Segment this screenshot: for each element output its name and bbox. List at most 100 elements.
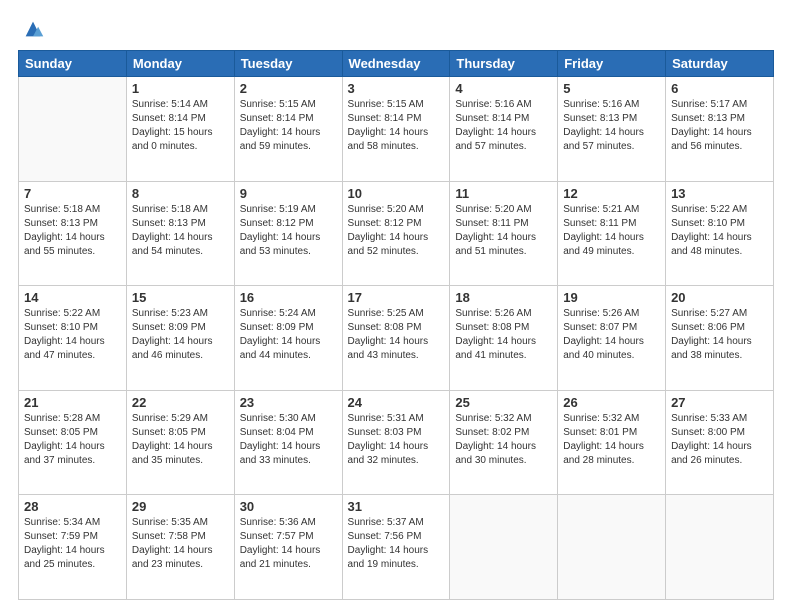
calendar-cell: 14 Sunrise: 5:22 AM Sunset: 8:10 PM Dayli… xyxy=(19,286,127,391)
calendar-cell: 6 Sunrise: 5:17 AM Sunset: 8:13 PM Daylig… xyxy=(666,77,774,182)
calendar-cell: 11 Sunrise: 5:20 AM Sunset: 8:11 PM Dayli… xyxy=(450,181,558,286)
day-info: Sunrise: 5:26 AM Sunset: 8:08 PM Dayligh… xyxy=(455,307,552,363)
header xyxy=(18,18,774,40)
logo xyxy=(18,18,44,40)
day-info: Sunrise: 5:18 AM Sunset: 8:13 PM Dayligh… xyxy=(24,203,121,259)
day-info: Sunrise: 5:32 AM Sunset: 8:01 PM Dayligh… xyxy=(563,412,660,468)
day-number: 9 xyxy=(240,186,337,201)
day-info: Sunrise: 5:19 AM Sunset: 8:12 PM Dayligh… xyxy=(240,203,337,259)
day-info: Sunrise: 5:15 AM Sunset: 8:14 PM Dayligh… xyxy=(348,98,445,154)
calendar-cell: 29 Sunrise: 5:35 AM Sunset: 7:58 PM Dayli… xyxy=(126,495,234,600)
page: SundayMondayTuesdayWednesdayThursdayFrid… xyxy=(0,0,792,612)
day-info: Sunrise: 5:37 AM Sunset: 7:56 PM Dayligh… xyxy=(348,516,445,572)
calendar-cell: 27 Sunrise: 5:33 AM Sunset: 8:00 PM Dayli… xyxy=(666,390,774,495)
day-info: Sunrise: 5:30 AM Sunset: 8:04 PM Dayligh… xyxy=(240,412,337,468)
day-info: Sunrise: 5:22 AM Sunset: 8:10 PM Dayligh… xyxy=(24,307,121,363)
calendar-header-friday: Friday xyxy=(558,51,666,77)
day-info: Sunrise: 5:27 AM Sunset: 8:06 PM Dayligh… xyxy=(671,307,768,363)
day-number: 13 xyxy=(671,186,768,201)
day-info: Sunrise: 5:18 AM Sunset: 8:13 PM Dayligh… xyxy=(132,203,229,259)
day-info: Sunrise: 5:24 AM Sunset: 8:09 PM Dayligh… xyxy=(240,307,337,363)
day-info: Sunrise: 5:21 AM Sunset: 8:11 PM Dayligh… xyxy=(563,203,660,259)
day-number: 2 xyxy=(240,81,337,96)
day-info: Sunrise: 5:35 AM Sunset: 7:58 PM Dayligh… xyxy=(132,516,229,572)
calendar-cell: 28Sunrise: 5:34 AM Sunset: 7:59 PM Dayli… xyxy=(19,495,127,600)
calendar-cell xyxy=(666,495,774,600)
calendar-cell: 8 Sunrise: 5:18 AM Sunset: 8:13 PM Daylig… xyxy=(126,181,234,286)
day-info: Sunrise: 5:33 AM Sunset: 8:00 PM Dayligh… xyxy=(671,412,768,468)
day-number: 8 xyxy=(132,186,229,201)
calendar-week-4: 21 Sunrise: 5:28 AM Sunset: 8:05 PM Dayli… xyxy=(19,390,774,495)
day-info: Sunrise: 5:14 AM Sunset: 8:14 PM Dayligh… xyxy=(132,98,229,154)
day-number: 5 xyxy=(563,81,660,96)
calendar-cell: 24 Sunrise: 5:31 AM Sunset: 8:03 PM Dayli… xyxy=(342,390,450,495)
day-info: Sunrise: 5:20 AM Sunset: 8:11 PM Dayligh… xyxy=(455,203,552,259)
logo-icon xyxy=(22,18,44,40)
day-info: Sunrise: 5:17 AM Sunset: 8:13 PM Dayligh… xyxy=(671,98,768,154)
day-info: Sunrise: 5:16 AM Sunset: 8:14 PM Dayligh… xyxy=(455,98,552,154)
calendar-cell: 31 Sunrise: 5:37 AM Sunset: 7:56 PM Dayli… xyxy=(342,495,450,600)
day-number: 22 xyxy=(132,395,229,410)
calendar-cell: 13 Sunrise: 5:22 AM Sunset: 8:10 PM Dayli… xyxy=(666,181,774,286)
calendar-cell: 26Sunrise: 5:32 AM Sunset: 8:01 PM Dayli… xyxy=(558,390,666,495)
calendar-cell: 4 Sunrise: 5:16 AM Sunset: 8:14 PM Daylig… xyxy=(450,77,558,182)
day-info: Sunrise: 5:34 AM Sunset: 7:59 PM Dayligh… xyxy=(24,516,121,572)
day-number: 10 xyxy=(348,186,445,201)
day-number: 20 xyxy=(671,290,768,305)
calendar-cell xyxy=(558,495,666,600)
calendar-cell xyxy=(450,495,558,600)
calendar-cell: 10 Sunrise: 5:20 AM Sunset: 8:12 PM Dayli… xyxy=(342,181,450,286)
day-number: 19 xyxy=(563,290,660,305)
calendar-header-monday: Monday xyxy=(126,51,234,77)
day-number: 14 xyxy=(24,290,121,305)
day-number: 21 xyxy=(24,395,121,410)
calendar-header-wednesday: Wednesday xyxy=(342,51,450,77)
day-number: 16 xyxy=(240,290,337,305)
calendar-cell: 12Sunrise: 5:21 AM Sunset: 8:11 PM Dayli… xyxy=(558,181,666,286)
calendar-cell: 7 Sunrise: 5:18 AM Sunset: 8:13 PM Daylig… xyxy=(19,181,127,286)
calendar-cell: 5 Sunrise: 5:16 AM Sunset: 8:13 PM Daylig… xyxy=(558,77,666,182)
day-number: 23 xyxy=(240,395,337,410)
day-info: Sunrise: 5:22 AM Sunset: 8:10 PM Dayligh… xyxy=(671,203,768,259)
day-number: 17 xyxy=(348,290,445,305)
day-number: 24 xyxy=(348,395,445,410)
day-number: 18 xyxy=(455,290,552,305)
day-number: 25 xyxy=(455,395,552,410)
calendar-cell: 15Sunrise: 5:23 AM Sunset: 8:09 PM Dayli… xyxy=(126,286,234,391)
calendar-cell: 25 Sunrise: 5:32 AM Sunset: 8:02 PM Dayli… xyxy=(450,390,558,495)
day-number: 6 xyxy=(671,81,768,96)
day-number: 27 xyxy=(671,395,768,410)
day-number: 4 xyxy=(455,81,552,96)
calendar-week-2: 7 Sunrise: 5:18 AM Sunset: 8:13 PM Daylig… xyxy=(19,181,774,286)
day-info: Sunrise: 5:32 AM Sunset: 8:02 PM Dayligh… xyxy=(455,412,552,468)
calendar-week-1: 1Sunrise: 5:14 AM Sunset: 8:14 PM Daylig… xyxy=(19,77,774,182)
calendar-cell: 17 Sunrise: 5:25 AM Sunset: 8:08 PM Dayli… xyxy=(342,286,450,391)
calendar-cell: 16 Sunrise: 5:24 AM Sunset: 8:09 PM Dayli… xyxy=(234,286,342,391)
calendar-cell xyxy=(19,77,127,182)
calendar-cell: 1Sunrise: 5:14 AM Sunset: 8:14 PM Daylig… xyxy=(126,77,234,182)
calendar-header-thursday: Thursday xyxy=(450,51,558,77)
calendar-cell: 2Sunrise: 5:15 AM Sunset: 8:14 PM Daylig… xyxy=(234,77,342,182)
day-info: Sunrise: 5:25 AM Sunset: 8:08 PM Dayligh… xyxy=(348,307,445,363)
calendar-week-5: 28Sunrise: 5:34 AM Sunset: 7:59 PM Dayli… xyxy=(19,495,774,600)
day-info: Sunrise: 5:28 AM Sunset: 8:05 PM Dayligh… xyxy=(24,412,121,468)
calendar-header-tuesday: Tuesday xyxy=(234,51,342,77)
day-number: 15 xyxy=(132,290,229,305)
day-number: 11 xyxy=(455,186,552,201)
day-info: Sunrise: 5:31 AM Sunset: 8:03 PM Dayligh… xyxy=(348,412,445,468)
day-number: 3 xyxy=(348,81,445,96)
day-info: Sunrise: 5:26 AM Sunset: 8:07 PM Dayligh… xyxy=(563,307,660,363)
day-info: Sunrise: 5:36 AM Sunset: 7:57 PM Dayligh… xyxy=(240,516,337,572)
day-number: 31 xyxy=(348,499,445,514)
calendar-cell: 20 Sunrise: 5:27 AM Sunset: 8:06 PM Dayli… xyxy=(666,286,774,391)
day-number: 7 xyxy=(24,186,121,201)
day-info: Sunrise: 5:16 AM Sunset: 8:13 PM Dayligh… xyxy=(563,98,660,154)
calendar-cell: 30Sunrise: 5:36 AM Sunset: 7:57 PM Dayli… xyxy=(234,495,342,600)
day-number: 29 xyxy=(132,499,229,514)
day-info: Sunrise: 5:20 AM Sunset: 8:12 PM Dayligh… xyxy=(348,203,445,259)
calendar-header-saturday: Saturday xyxy=(666,51,774,77)
calendar-header-sunday: Sunday xyxy=(19,51,127,77)
calendar-table: SundayMondayTuesdayWednesdayThursdayFrid… xyxy=(18,50,774,600)
calendar-cell: 3 Sunrise: 5:15 AM Sunset: 8:14 PM Daylig… xyxy=(342,77,450,182)
calendar-header-row: SundayMondayTuesdayWednesdayThursdayFrid… xyxy=(19,51,774,77)
